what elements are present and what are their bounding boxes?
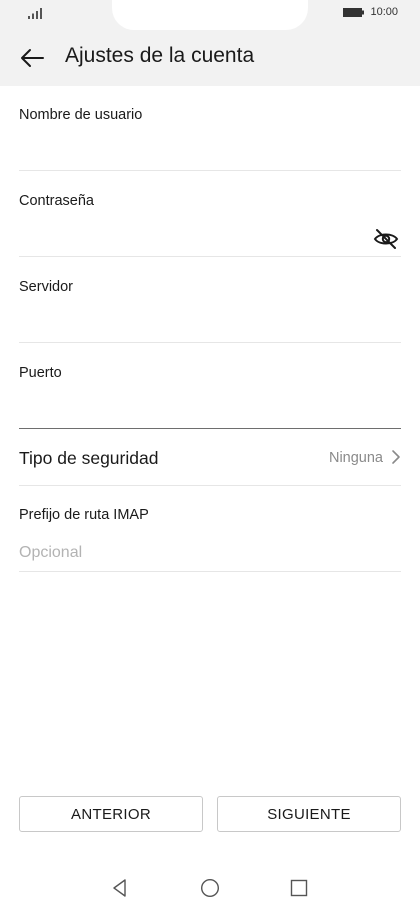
password-label: Contraseña (19, 193, 94, 209)
nav-home-button[interactable] (198, 876, 222, 900)
security-type-value: Ninguna (328, 450, 383, 466)
imap-prefix-input[interactable] (19, 541, 359, 565)
imap-prefix-label: Prefijo de ruta IMAP (19, 507, 149, 523)
port-field: Puerto (19, 365, 401, 429)
nav-recents-icon (290, 879, 308, 897)
port-label: Puerto (19, 365, 62, 381)
account-settings-screen: 10:00 Ajustes de la cuenta Nombre de usu… (0, 0, 420, 910)
password-input[interactable] (19, 226, 359, 250)
server-label: Servidor (19, 279, 73, 295)
nav-back-button[interactable] (108, 876, 132, 900)
server-input[interactable] (19, 312, 359, 336)
top-bar: 10:00 Ajustes de la cuenta (0, 0, 420, 86)
eye-off-icon (373, 229, 399, 249)
display-notch (112, 0, 308, 30)
page-title: Ajustes de la cuenta (65, 44, 255, 67)
nav-back-icon (113, 879, 126, 897)
battery-icon (343, 7, 365, 17)
toolbar: Ajustes de la cuenta (0, 36, 420, 80)
nav-recents-button[interactable] (287, 876, 311, 900)
username-label: Nombre de usuario (19, 107, 143, 123)
signal-icon (28, 8, 42, 19)
server-field: Servidor (19, 279, 401, 343)
chevron-right-icon (392, 450, 400, 464)
security-type-row[interactable]: Tipo de seguridad Ninguna (19, 429, 401, 486)
security-type-label: Tipo de seguridad (19, 448, 159, 468)
imap-prefix-field: Prefijo de ruta IMAP (19, 507, 401, 572)
username-field: Nombre de usuario (19, 107, 401, 171)
system-navigation-bar (0, 866, 420, 910)
nav-home-icon (200, 878, 220, 898)
password-field: Contraseña (19, 193, 401, 257)
arrow-left-icon (21, 49, 44, 67)
port-input[interactable] (19, 398, 359, 422)
username-input[interactable] (19, 140, 359, 164)
back-button[interactable] (18, 46, 46, 70)
status-right: 10:00 (343, 6, 398, 18)
next-button[interactable]: SIGUIENTE (217, 796, 401, 832)
password-visibility-toggle[interactable] (373, 228, 399, 250)
status-time: 10:00 (370, 6, 398, 18)
previous-button[interactable]: ANTERIOR (19, 796, 203, 832)
